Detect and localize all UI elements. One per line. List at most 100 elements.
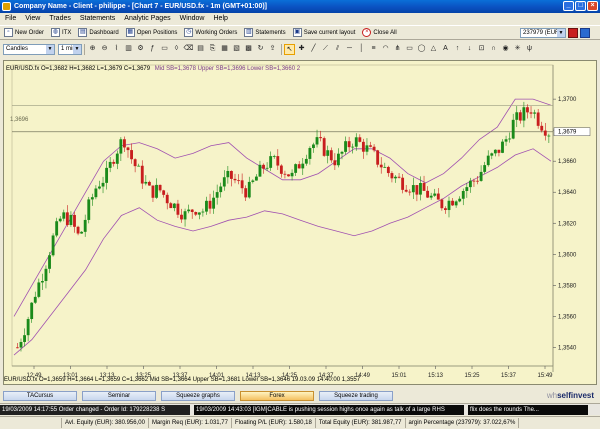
time-tick-label: 15:37 — [501, 373, 517, 379]
tab-squeeze-trading[interactable]: Squeeze trading — [319, 390, 393, 401]
statements-button[interactable]: ▥ Statements — [244, 28, 286, 37]
page-tabs: TACursus Seminar Squeeze graphs Forex Sq… — [0, 389, 600, 402]
candle-body — [208, 200, 212, 209]
chart-bars-icon[interactable]: ▥ — [123, 44, 134, 55]
menu-window[interactable]: Window — [180, 15, 205, 22]
gann-icon[interactable]: ✳ — [512, 44, 523, 55]
news-tail[interactable]: flix does the rounds The... — [468, 404, 588, 415]
candle-body — [137, 165, 141, 167]
candle-body — [351, 146, 355, 148]
fan-icon[interactable]: ⋔ — [392, 44, 403, 55]
tab-seminar[interactable]: Seminar — [82, 390, 156, 401]
brand-logo: whselfinvest — [546, 391, 594, 400]
channel-icon[interactable]: ⫽ — [332, 44, 343, 55]
news-ticker: 19/03/2009 14:17:55 Order changed - Orde… — [0, 403, 600, 415]
bollinger-readout: Mid SB=1,3678 Upper SB=1,3696 Lower SB=1… — [154, 66, 301, 72]
paste-icon[interactable]: ▦ — [219, 44, 230, 55]
pitchfork-icon[interactable]: ψ — [524, 44, 535, 55]
close-all-button[interactable]: × Close All — [362, 28, 397, 37]
order-ticker[interactable]: 19/03/2009 14:17:55 Order changed - Orde… — [0, 404, 190, 415]
candle-body — [369, 145, 372, 147]
vertical-line-icon[interactable]: │ — [356, 44, 367, 55]
trendline-icon[interactable]: ╱ — [308, 44, 319, 55]
export-icon[interactable]: ⇪ — [267, 44, 278, 55]
arc-icon[interactable]: ◠ — [380, 44, 391, 55]
crosshair-icon[interactable]: ✚ — [296, 44, 307, 55]
candle-body — [123, 139, 126, 148]
chart-window-icon[interactable]: ▭ — [159, 44, 170, 55]
triangle-icon[interactable]: △ — [428, 44, 439, 55]
candle-body — [83, 219, 87, 232]
magnet-icon[interactable]: ∩ — [488, 44, 499, 55]
fibonacci-icon[interactable]: ≡ — [368, 44, 379, 55]
interval-select[interactable]: 1 min ▼ — [58, 44, 82, 55]
account-select[interactable]: 237979 (EUR) ▼ — [520, 28, 566, 38]
zoom-in-icon[interactable]: ⊕ — [87, 44, 98, 55]
candle-body — [212, 197, 216, 209]
candle-body — [447, 200, 451, 211]
arrow-up-icon[interactable]: ↑ — [452, 44, 463, 55]
account-info-icon[interactable] — [580, 28, 590, 38]
price-tick-label: 1,3600 — [558, 252, 577, 258]
menu-analytic-pages[interactable]: Analytic Pages — [124, 15, 170, 22]
new-order-button[interactable]: ▫ New Order — [4, 28, 44, 37]
eye-icon[interactable]: ◉ — [500, 44, 511, 55]
erase-icon[interactable]: ◊ — [171, 44, 182, 55]
chart-window[interactable]: 1,37001,36801,36601,36401,36201,36001,35… — [3, 60, 597, 385]
candle-body — [158, 184, 162, 191]
text-icon[interactable]: A — [440, 44, 451, 55]
price-tick-label: 1,3620 — [558, 221, 577, 227]
app-icon — [2, 2, 11, 11]
statements-icon: ▥ — [244, 28, 254, 37]
dashboard-button[interactable]: ▤ Dashboard — [78, 28, 119, 37]
candle-body — [230, 170, 233, 179]
candle-body — [215, 192, 219, 198]
news-headline[interactable]: 19/03/2009 14:43:03 [IGM]CABLE is pushin… — [194, 404, 464, 415]
close-button[interactable]: × — [587, 1, 598, 11]
grid-icon[interactable]: ▩ — [243, 44, 254, 55]
chart-type-select[interactable]: Candles ▼ — [3, 44, 55, 55]
candle-body — [518, 112, 522, 121]
price-chart[interactable]: 1,37001,36801,36601,36401,36201,36001,35… — [4, 61, 598, 386]
minimize-button[interactable]: _ — [563, 1, 574, 11]
template-icon[interactable]: ▧ — [231, 44, 242, 55]
print-icon[interactable]: ▤ — [195, 44, 206, 55]
candle-body — [504, 139, 508, 142]
maximize-button[interactable]: □ — [575, 1, 586, 11]
working-orders-button[interactable]: ◷ Working Orders — [184, 28, 237, 37]
arrow-down-icon[interactable]: ↓ — [464, 44, 475, 55]
lock-icon[interactable]: ⊡ — [476, 44, 487, 55]
rectangle-icon[interactable]: ▭ — [404, 44, 415, 55]
candle-body — [287, 174, 290, 177]
menu-trades[interactable]: Trades — [49, 15, 71, 22]
ray-icon[interactable]: ⟋ — [320, 44, 331, 55]
indicators-icon[interactable]: ƒ — [147, 44, 158, 55]
tab-tacursus[interactable]: TACursus — [3, 390, 77, 401]
pointer-cursor-icon[interactable]: ↖ — [284, 44, 295, 55]
price-line-label: 1,3696 — [10, 117, 29, 123]
save-layout-button[interactable]: ▣ Save current layout — [292, 28, 355, 37]
candle-body — [337, 153, 340, 166]
candle-body — [176, 203, 180, 215]
menu-help[interactable]: Help — [214, 15, 228, 22]
delete-icon[interactable]: ⌫ — [183, 44, 194, 55]
menu-view[interactable]: View — [25, 15, 40, 22]
itx-button[interactable]: ◍ ITX — [51, 28, 71, 37]
ellipse-icon[interactable]: ◯ — [416, 44, 427, 55]
candle-body — [80, 231, 84, 234]
refresh-icon[interactable]: ↻ — [255, 44, 266, 55]
tab-forex[interactable]: Forex — [240, 390, 314, 401]
menu-statements[interactable]: Statements — [80, 15, 115, 22]
candle-body — [262, 164, 265, 169]
tab-squeeze-graphs[interactable]: Squeeze graphs — [161, 390, 235, 401]
horizontal-line-icon[interactable]: ─ — [344, 44, 355, 55]
chart-settings-icon[interactable]: ⚙ — [135, 44, 146, 55]
zoom-out-icon[interactable]: ⊖ — [99, 44, 110, 55]
candle-body — [73, 214, 76, 227]
candle-body — [279, 165, 283, 174]
last-price-label: 1,3679 — [558, 130, 577, 136]
open-positions-button[interactable]: ▦ Open Positions — [125, 28, 177, 37]
chart-line-icon[interactable]: ⌇ — [111, 44, 122, 55]
menu-file[interactable]: File — [5, 15, 16, 22]
copy-icon[interactable]: ⎘ — [207, 44, 218, 55]
